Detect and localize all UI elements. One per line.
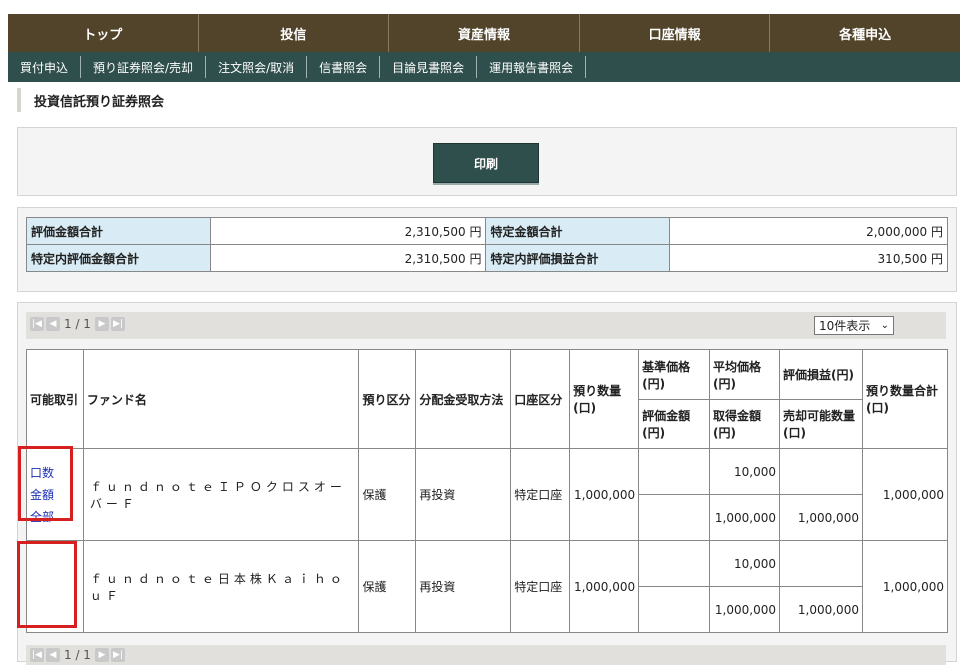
last-page-icon[interactable]: ▶| [110,648,125,662]
specific-eval-label: 特定内評価金額合計 [26,244,211,272]
specific-total-label: 特定金額合計 [485,217,671,245]
prev-page-icon[interactable]: ◀ [46,317,60,331]
eval-pl [779,448,863,495]
highlight-box [17,541,77,628]
header-qty-total: 預り数量合計(口) [861,349,949,449]
subnav-orders[interactable]: 注文照会/取消 [206,56,308,78]
header-sellable-qty: 売却可能数量(口) [779,399,863,449]
header-acq-amount: 取得金額(円) [709,399,780,449]
subnav-prospectus[interactable]: 目論見書照会 [380,56,478,78]
acq-amount: 1,000,000 [709,494,780,541]
fund-name: ｆｕｎｄｎｏｔｅＩＰＯクロスオーバーＦ [82,448,360,541]
chevron-down-icon: ⌄ [880,320,889,331]
qty-total: 1,000,000 [861,540,949,633]
sellable-qty: 1,000,000 [779,494,863,541]
sub-navigation: 買付申込 預り証券照会/売却 注文照会/取消 信書照会 目論見書照会 運用報告書… [8,52,960,82]
pager-bottom: |◀ ◀ 1 / 1 ▶ ▶| [26,645,946,665]
pager-top: |◀ ◀ 1 / 1 ▶ ▶| 10件表示 ⌄ [26,312,946,339]
next-page-icon[interactable]: ▶ [94,317,109,331]
first-page-icon[interactable]: |◀ [30,648,44,662]
header-eval-pl: 評価損益(円) [779,349,863,400]
qty-total: 1,000,000 [861,448,949,541]
nav-toushin[interactable]: 投信 [199,14,390,52]
holdings-table: 可能取引 ファンド名 預り区分 分配金受取方法 口座区分 預り数量(口) 基準価… [26,349,949,633]
nav-top[interactable]: トップ [8,14,199,52]
subnav-reports[interactable]: 運用報告書照会 [477,56,587,78]
table-row: ｆｕｎｄｎｏｔｅ日本株ＫａｉｈｏｕＦ 保護 再投資 特定口座 1,000,000… [26,540,949,633]
summary-table: 評価金額合計 2,310,500 円 特定金額合計 2,000,000 円 特定… [26,217,948,272]
first-page-icon[interactable]: |◀ [30,317,44,331]
prev-page-icon[interactable]: ◀ [46,648,60,662]
nav-account[interactable]: 口座情報 [580,14,771,52]
avg-price: 10,000 [709,540,780,587]
specific-pl-value: 310,500 円 [669,244,948,272]
header-fund: ファンド名 [82,349,360,449]
header-base-price: 基準価格(円) [638,349,711,400]
per-page-value: 10件表示 [819,319,871,333]
specific-total-value: 2,000,000 円 [669,217,948,245]
eval-amount [638,586,711,633]
subnav-letters[interactable]: 信書照会 [307,56,381,78]
eval-total-value: 2,310,500 円 [209,217,487,245]
eval-amount [638,494,711,541]
base-price [638,540,711,587]
page-indicator: 1 / 1 [64,648,91,662]
header-qty: 預り数量(口) [569,349,640,449]
account-type: 特定口座 [510,540,571,633]
custody-type: 保護 [358,448,417,541]
header-dividend: 分配金受取方法 [415,349,512,449]
header-avg-price: 平均価格(円) [709,349,780,400]
next-page-icon[interactable]: ▶ [94,648,109,662]
sellable-qty: 1,000,000 [779,586,863,633]
holding-qty: 1,000,000 [569,540,640,633]
base-price [638,448,711,495]
page-indicator: 1 / 1 [64,317,91,331]
dividend-method: 再投資 [415,448,512,541]
table-row: 口数 金額 全部 ｆｕｎｄｎｏｔｅＩＰＯクロスオーバーＦ 保護 再投資 特定口座… [26,448,949,541]
header-custody: 預り区分 [358,349,417,449]
dividend-method: 再投資 [415,540,512,633]
highlight-box [18,446,73,521]
holding-qty: 1,000,000 [569,448,640,541]
subnav-holdings[interactable]: 預り証券照会/売却 [81,56,207,78]
nav-applications[interactable]: 各種申込 [770,14,960,52]
header-eval-amount: 評価金額(円) [638,399,711,449]
eval-pl [779,540,863,587]
page-title: 投資信託預り証券照会 [17,88,164,112]
last-page-icon[interactable]: ▶| [110,317,125,331]
account-type: 特定口座 [510,448,571,541]
fund-name: ｆｕｎｄｎｏｔｅ日本株ＫａｉｈｏｕＦ [82,540,360,633]
eval-total-label: 評価金額合計 [26,217,211,245]
top-navigation: トップ 投信 資産情報 口座情報 各種申込 [8,14,960,52]
custody-type: 保護 [358,540,417,633]
avg-price: 10,000 [709,448,780,495]
nav-assets[interactable]: 資産情報 [389,14,580,52]
specific-pl-label: 特定内評価損益合計 [485,244,671,272]
header-account: 口座区分 [510,349,571,449]
specific-eval-value: 2,310,500 円 [209,244,487,272]
subnav-buy[interactable]: 買付申込 [8,56,82,78]
acq-amount: 1,000,000 [709,586,780,633]
header-tradable: 可能取引 [26,349,84,449]
per-page-select[interactable]: 10件表示 ⌄ [814,316,894,335]
print-button[interactable]: 印刷 [433,143,539,183]
